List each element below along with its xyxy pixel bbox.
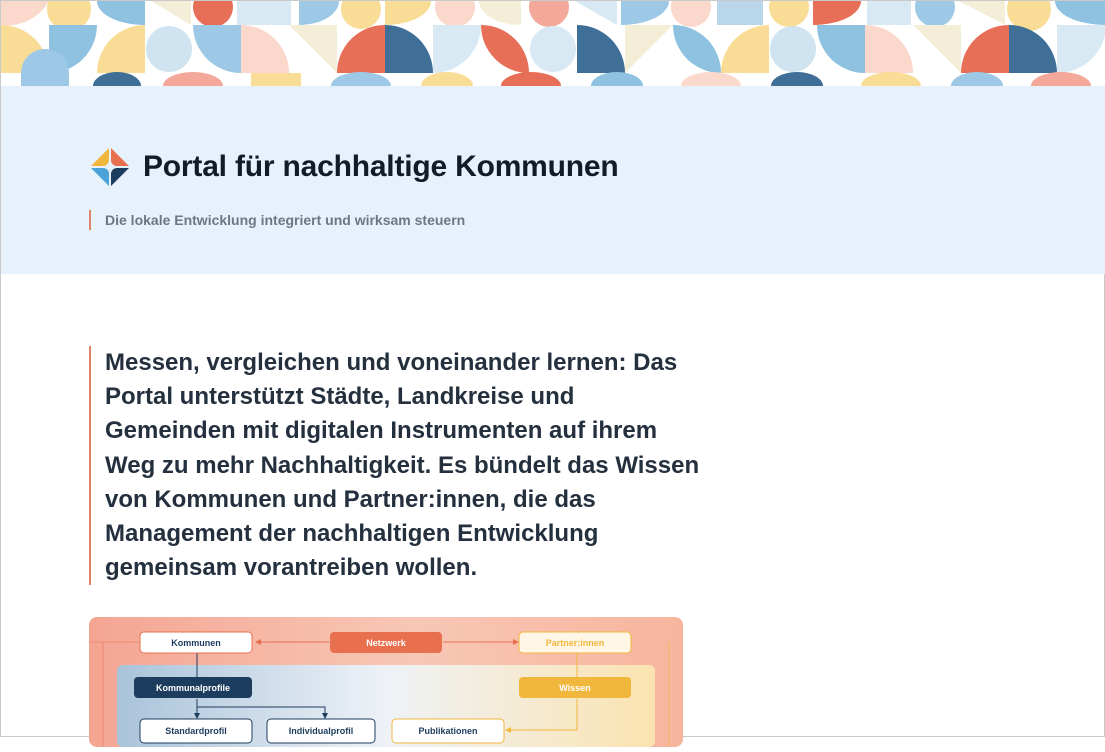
node-kommunalprofile-label: Kommunalprofile — [156, 683, 230, 693]
node-publikationen-label: Publikationen — [418, 726, 477, 736]
site-title-link[interactable]: Portal für nachhaltige Kommunen — [89, 146, 619, 188]
geometric-pattern-banner — [1, 1, 1105, 86]
header-section: Portal für nachhaltige Kommunen Die loka… — [1, 86, 1105, 274]
node-standardprofil-label: Standardprofil — [165, 726, 227, 736]
node-individualprofil-label: Individualprofil — [289, 726, 354, 736]
node-partner-label: Partner:innen — [546, 638, 605, 648]
node-kommunen-label: Kommunen — [171, 638, 221, 648]
page-title: Portal für nachhaltige Kommunen — [143, 150, 619, 183]
node-wissen-label: Wissen — [559, 683, 590, 693]
page-subtitle: Die lokale Entwicklung integriert und wi… — [89, 210, 465, 230]
portal-structure-diagram: Kommunen Netzwerk Partner:innen Kommunal… — [89, 617, 683, 747]
node-netzwerk-label: Netzwerk — [366, 638, 407, 648]
intro-text: Messen, vergleichen und voneinander lern… — [89, 346, 705, 586]
colorful-quadrant-logo-icon — [89, 146, 131, 188]
